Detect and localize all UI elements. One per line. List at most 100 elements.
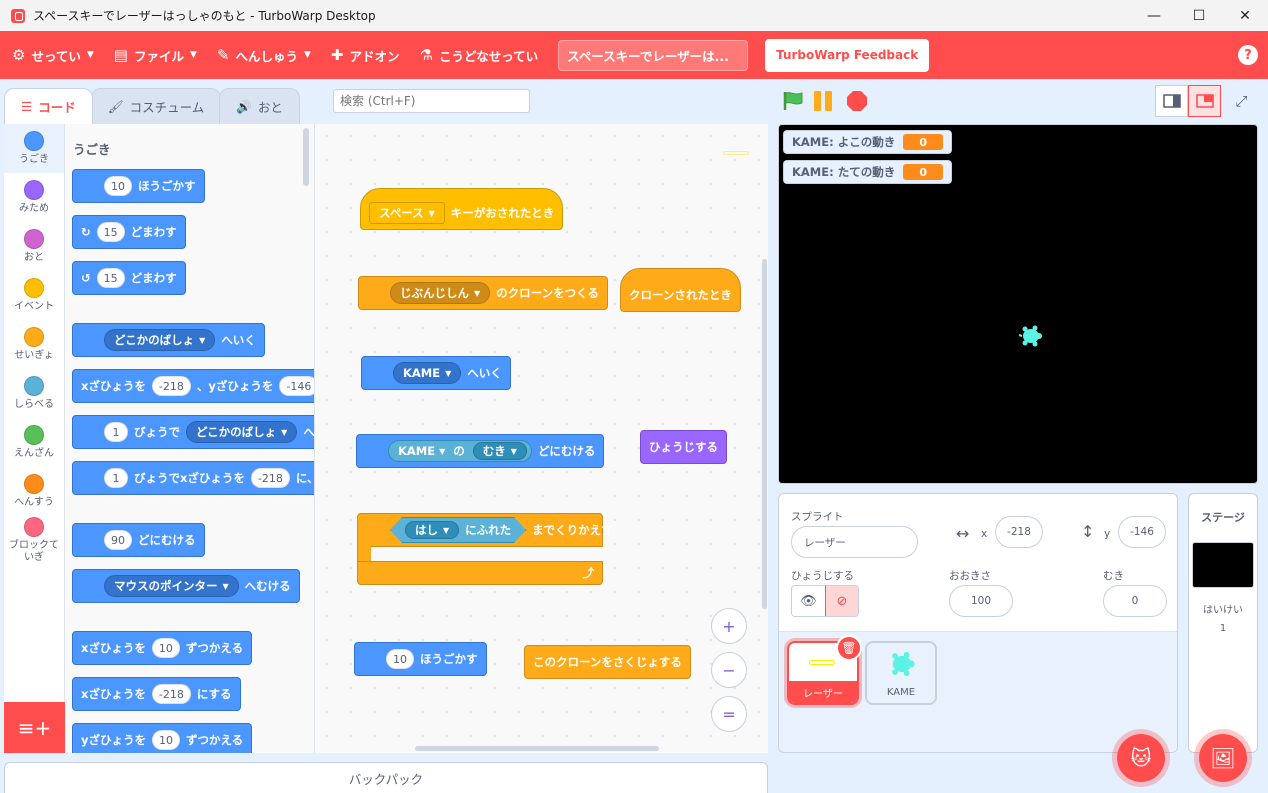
workspace-horizontal-scrollbar[interactable] [415, 746, 659, 751]
category-color-dot [24, 228, 44, 249]
direction-input[interactable]: 90 [104, 530, 132, 550]
add-extension-button[interactable]: ≡+ [4, 702, 65, 753]
glide-target-dropdown[interactable]: どこかのばしょ ▼ [186, 421, 298, 443]
category-9[interactable]: ブロックていぎ [4, 516, 64, 565]
sensing-of-reporter[interactable]: KAME ▼ の むき ▼ [388, 440, 532, 462]
tab-code[interactable]: ☰ コード [4, 88, 93, 124]
change-x-block[interactable]: xざひょうを 10 ずつかえる [72, 631, 253, 665]
choose-backdrop-button[interactable]: 🖼 [1199, 734, 1247, 782]
when-clone-starts-block[interactable]: クローンされたとき [620, 268, 741, 312]
zoom-out-button[interactable]: − [711, 652, 747, 688]
turn-right-block[interactable]: ↻ 15 どまわす [72, 215, 186, 249]
stop-button[interactable] [847, 91, 867, 111]
repeat-until-block[interactable]: はし ▼ にふれた までくりかえす ⤴ [357, 513, 613, 585]
file-menu[interactable]: ▤ ファイル ▼ [104, 31, 207, 79]
fullscreen-button[interactable]: ⤢ [1225, 85, 1258, 117]
kame-turtle-sprite[interactable] [1017, 323, 1045, 349]
turn-left-block[interactable]: ↺ 15 どまわす [72, 261, 186, 295]
help-icon[interactable]: ? [1238, 45, 1258, 65]
when-key-pressed-block[interactable]: スペース ▼ キーがおされたとき [360, 188, 564, 230]
workspace-vertical-scrollbar[interactable] [762, 259, 767, 609]
addons-menu[interactable]: ✚ アドオン [321, 31, 410, 79]
x-input[interactable]: -218 [151, 684, 191, 704]
category-1[interactable]: うごき [4, 124, 64, 173]
dx-input[interactable]: 10 [151, 638, 180, 658]
steps-input[interactable]: 10 [104, 176, 132, 196]
palette-scrollbar[interactable] [303, 128, 309, 186]
size-input[interactable]: 100 [949, 585, 1013, 617]
delete-clone-block[interactable]: このクローンをさくじょする [524, 645, 691, 679]
touching-target-dropdown[interactable]: はし ▼ [405, 521, 459, 539]
goto-kame-block[interactable]: KAME ▼ へいく [361, 356, 511, 390]
show-block[interactable]: ひょうじする [640, 430, 727, 464]
point-towards-dropdown[interactable]: マウスのポインター ▼ [104, 575, 239, 597]
goto-target-dropdown[interactable]: KAME ▼ [393, 362, 462, 384]
category-5[interactable]: せいぎょ [4, 320, 64, 369]
edit-menu[interactable]: ✎ へんしゅう ▼ [207, 31, 321, 79]
stage-selector[interactable]: ステージ はいけい 1 [1188, 493, 1258, 753]
choose-sprite-button[interactable]: 🐱 [1117, 734, 1165, 782]
property-dropdown[interactable]: むき ▼ [472, 442, 527, 460]
large-stage-button[interactable] [1188, 85, 1221, 117]
delete-sprite-button[interactable]: 🗑 [836, 635, 862, 661]
degrees-input[interactable]: 15 [96, 268, 125, 288]
x-position-input[interactable]: -218 [995, 516, 1043, 548]
green-flag-icon[interactable] [782, 91, 804, 111]
x-input[interactable]: -218 [250, 468, 290, 488]
dy-input[interactable]: 10 [152, 730, 180, 750]
glide-block[interactable]: 1 びょうで どこかのばしょ ▼ へい [72, 415, 315, 449]
stage-canvas[interactable]: KAME: よこの動き 0 KAME: たての動き 0 [778, 124, 1258, 484]
seconds-input[interactable]: 1 [104, 422, 128, 442]
close-window-button[interactable]: ✕ [1222, 0, 1268, 31]
menu-bar: ⚙ せってい ▼ ▤ ファイル ▼ ✎ へんしゅう ▼ ✚ アドオン ⚗ こうど… [0, 31, 1268, 79]
category-8[interactable]: へんすう [4, 467, 64, 516]
small-stage-button[interactable] [1155, 85, 1188, 117]
sprite-name-input[interactable]: レーザー [791, 526, 918, 558]
glide-xy-block[interactable]: 1 びょうでxざひょうを -218 に、y [72, 461, 314, 495]
block-text: へい [303, 425, 315, 439]
tab-sounds[interactable]: 🔊 おと [219, 88, 300, 124]
hide-sprite-button[interactable]: ⊘ [824, 586, 858, 616]
x-input[interactable]: -218 [151, 376, 191, 396]
key-dropdown[interactable]: スペース ▼ [369, 202, 445, 224]
point-towards-block[interactable]: マウスのポインター ▼ へむける [72, 569, 300, 603]
goto-target-dropdown[interactable]: どこかのばしょ ▼ [104, 329, 216, 351]
settings-menu[interactable]: ⚙ せってい ▼ [0, 31, 104, 79]
backpack-header[interactable]: バックパック [4, 762, 768, 793]
script-workspace[interactable]: スペース ▼ キーがおされたとき じぶんじしん ▼ のクローンをつくる クローンされ… [315, 124, 768, 753]
seconds-input[interactable]: 1 [104, 468, 128, 488]
move-steps-block[interactable]: 10 ほうごかす [72, 169, 205, 203]
category-6[interactable]: しらべる [4, 369, 64, 418]
change-y-block[interactable]: yざひょうを 10 ずつかえる [72, 723, 253, 753]
degrees-input[interactable]: 15 [96, 222, 125, 242]
direction-input[interactable]: 0 [1103, 585, 1167, 617]
zoom-reset-button[interactable]: = [711, 696, 747, 732]
minimize-button[interactable]: — [1131, 0, 1177, 31]
clone-target-dropdown[interactable]: じぶんじしん ▼ [390, 282, 491, 304]
show-sprite-button[interactable]: 👁 [792, 586, 825, 616]
set-x-block[interactable]: xざひょうを -218 にする [72, 677, 241, 711]
advanced-settings-menu[interactable]: ⚗ こうどなせってい [410, 31, 549, 79]
feedback-button[interactable]: TurboWarp Feedback [765, 38, 930, 72]
tab-costumes[interactable]: 🖌 コスチューム [90, 88, 222, 124]
project-title-input[interactable]: スペースキーでレーザーは... [558, 39, 749, 71]
y-position-input[interactable]: -146 [1118, 516, 1166, 548]
create-clone-block[interactable]: じぶんじしん ▼ のクローンをつくる [358, 276, 608, 310]
point-kame-direction-block[interactable]: KAME ▼ の むき ▼ どにむける [356, 434, 605, 468]
category-4[interactable]: イベント [4, 271, 64, 320]
category-3[interactable]: おと [4, 222, 64, 271]
touching-condition[interactable]: はし ▼ にふれた [390, 517, 526, 543]
category-2[interactable]: みため [4, 173, 64, 222]
category-7[interactable]: えんざん [4, 418, 64, 467]
y-input[interactable]: -146 [279, 376, 314, 396]
sprite-thumb-kame[interactable]: KAME [865, 641, 937, 705]
move-steps-block[interactable]: 10 ほうごかす [354, 642, 487, 676]
zoom-in-button[interactable]: + [711, 608, 747, 644]
goto-xy-block[interactable]: xざひょうを -218 、yざひょうを -146 に [72, 369, 314, 403]
block-search-input[interactable] [333, 89, 530, 113]
goto-block[interactable]: どこかのばしょ ▼ へいく [72, 323, 265, 357]
steps-input[interactable]: 10 [386, 649, 414, 669]
maximize-button[interactable]: ☐ [1176, 0, 1222, 31]
point-direction-block[interactable]: 90 どにむける [72, 523, 205, 557]
pause-button[interactable] [814, 91, 836, 111]
